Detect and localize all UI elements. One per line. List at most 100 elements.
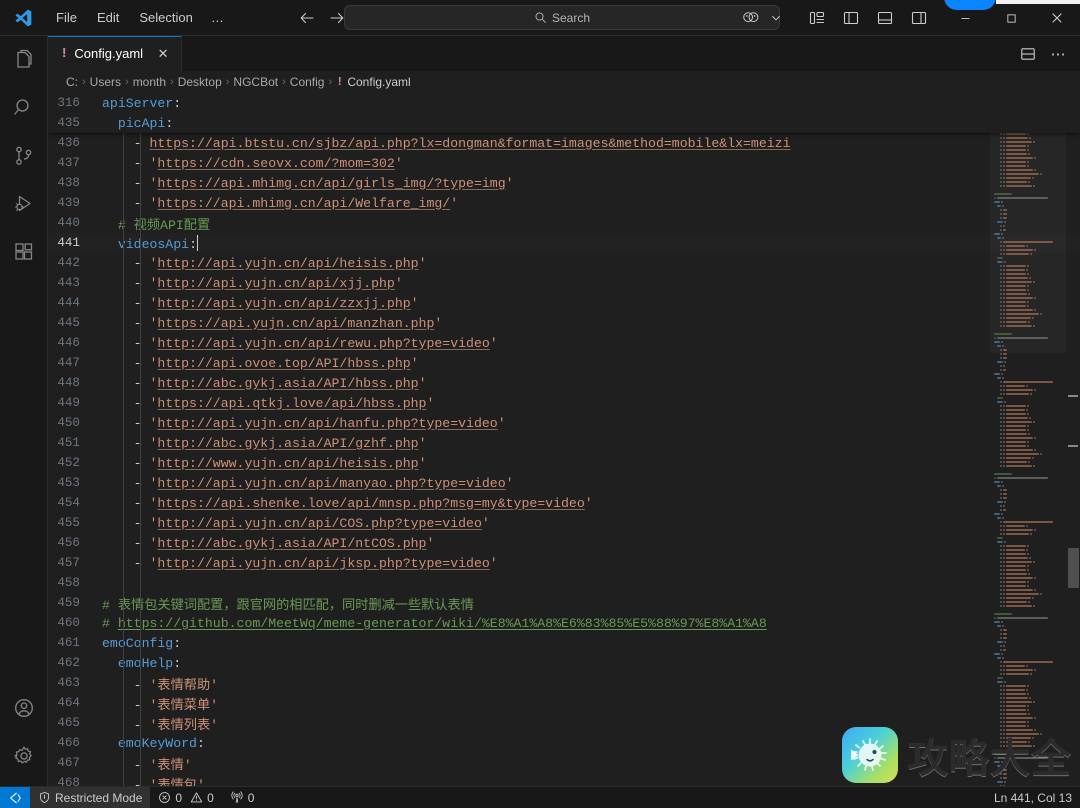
toggle-secondary-sidebar-icon[interactable]: [902, 3, 936, 33]
code-link[interactable]: http://api.yujn.cn/api/COS.php?type=vide…: [157, 516, 481, 531]
code-line[interactable]: 443 - 'http://api.yujn.cn/api/xjj.php': [48, 273, 1080, 293]
code-line[interactable]: 449 - 'https://api.qtkj.love/api/hbss.ph…: [48, 393, 1080, 413]
breadcrumb-item-3[interactable]: Desktop: [178, 75, 222, 89]
code-editor[interactable]: 436 - https://api.btstu.cn/sjbz/api.php?…: [48, 93, 1080, 786]
code-line[interactable]: 462 emoHelp:: [48, 653, 1080, 673]
code-line[interactable]: 461 emoConfig:: [48, 633, 1080, 653]
code-line[interactable]: 459 # 表情包关键词配置，跟官网的相匹配，同时删减一些默认表情: [48, 593, 1080, 613]
minimap-token: [1000, 437, 1002, 439]
code-line[interactable]: 463 - '表情帮助': [48, 673, 1080, 693]
scrollbar-thumb[interactable]: [1068, 548, 1079, 588]
command-center-search[interactable]: Search: [344, 5, 780, 30]
code-line[interactable]: 457 - 'http://api.yujn.cn/api/jksp.php?t…: [48, 553, 1080, 573]
code-line[interactable]: 446 - 'http://api.yujn.cn/api/rewu.php?t…: [48, 333, 1080, 353]
editor-scrollbar[interactable]: [1066, 93, 1080, 786]
sticky-scroll[interactable]: 316 apiServer: 435 picApi:: [48, 93, 1080, 133]
chevron-down-icon[interactable]: [768, 3, 784, 33]
editor-position-button[interactable]: Ln 441, Col 13: [986, 787, 1080, 808]
code-link[interactable]: http://api.yujn.cn/api/rewu.php?type=vid…: [157, 336, 489, 351]
toggle-primary-sidebar-icon[interactable]: [834, 3, 868, 33]
code-line[interactable]: 455 - 'http://api.yujn.cn/api/COS.php?ty…: [48, 513, 1080, 533]
code-link[interactable]: http://api.yujn.cn/api/hanfu.php?type=vi…: [157, 416, 497, 431]
breadcrumb-item-2[interactable]: month: [133, 75, 166, 89]
remote-window-button[interactable]: [0, 786, 30, 808]
code-link[interactable]: http://abc.gykj.asia/API/gzhf.php: [157, 436, 418, 451]
code-link[interactable]: https://api.btstu.cn/sjbz/api.php?lx=don…: [149, 136, 790, 151]
sidebar-item-source-control[interactable]: [0, 132, 48, 180]
menu-selection[interactable]: Selection: [130, 6, 201, 30]
minimap-token: [1006, 293, 1028, 295]
code-link[interactable]: https://github.com/MeetWq/meme-generator…: [118, 616, 767, 631]
maximize-button[interactable]: [988, 0, 1034, 36]
toggle-panel-icon[interactable]: [868, 3, 902, 33]
sidebar-item-search[interactable]: [0, 84, 48, 132]
remote-explorer-icon[interactable]: [734, 3, 768, 33]
code-link[interactable]: https://cdn.seovx.com/?mom=302: [157, 156, 394, 171]
code-line[interactable]: 460 # https://github.com/MeetWq/meme-gene…: [48, 613, 1080, 633]
code-line[interactable]: 444 - 'http://api.yujn.cn/api/zzxjj.php': [48, 293, 1080, 313]
menu-edit[interactable]: Edit: [88, 6, 128, 30]
accounts-button[interactable]: [0, 684, 48, 732]
code-line[interactable]: 450 - 'http://api.yujn.cn/api/hanfu.php?…: [48, 413, 1080, 433]
code-line[interactable]: 437 - 'https://cdn.seovx.com/?mom=302': [48, 153, 1080, 173]
code-link[interactable]: http://api.yujn.cn/api/manyao.php?type=v…: [157, 476, 505, 491]
code-line[interactable]: 456 - 'http://abc.gykj.asia/API/ntCOS.ph…: [48, 533, 1080, 553]
code-line[interactable]: 458: [48, 573, 1080, 593]
breadcrumb-item-5[interactable]: Config: [290, 75, 325, 89]
code-line[interactable]: 451 - 'http://abc.gykj.asia/API/gzhf.php…: [48, 433, 1080, 453]
code-line[interactable]: 435 picApi:: [48, 113, 1080, 133]
code-link[interactable]: http://api.yujn.cn/api/xjj.php: [157, 276, 394, 291]
minimap-line: [990, 617, 1066, 620]
code-line[interactable]: 441 videosApi:: [48, 233, 1080, 253]
code-line[interactable]: 445 - 'https://api.yujn.cn/api/manzhan.p…: [48, 313, 1080, 333]
code-line[interactable]: 439 - 'https://api.mhimg.cn/api/Welfare_…: [48, 193, 1080, 213]
code-line[interactable]: 448 - 'http://abc.gykj.asia/API/hbss.php…: [48, 373, 1080, 393]
code-line[interactable]: 436 - https://api.btstu.cn/sjbz/api.php?…: [48, 133, 1080, 153]
code-line[interactable]: 442 - 'http://api.yujn.cn/api/heisis.php…: [48, 253, 1080, 273]
code-line[interactable]: 464 - '表情菜单': [48, 693, 1080, 713]
code-line[interactable]: 438 - 'https://api.mhimg.cn/api/girls_im…: [48, 173, 1080, 193]
problems-button[interactable]: 0 0: [150, 787, 221, 808]
code-link[interactable]: http://api.yujn.cn/api/jksp.php?type=vid…: [157, 556, 489, 571]
code-line[interactable]: 454 - 'https://api.shenke.love/api/mnsp.…: [48, 493, 1080, 513]
code-link[interactable]: http://api.ovoe.top/API/hbss.php: [157, 356, 410, 371]
code-link[interactable]: http://abc.gykj.asia/API/ntCOS.php: [157, 536, 426, 551]
code-link[interactable]: https://api.mhimg.cn/api/girls_img/?type…: [157, 176, 505, 191]
ports-button[interactable]: 0: [222, 787, 263, 808]
code-link[interactable]: http://api.yujn.cn/api/zzxjj.php: [157, 296, 410, 311]
breadcrumb-item-4[interactable]: NGCBot: [233, 75, 278, 89]
code-line[interactable]: 440 # 视频API配置: [48, 213, 1080, 233]
minimap-token: [1006, 717, 1033, 719]
sidebar-item-run-debug[interactable]: [0, 180, 48, 228]
menu-overflow-button[interactable]: …: [203, 7, 233, 28]
breadcrumb-item-0[interactable]: C:: [66, 75, 78, 89]
customize-layout-icon[interactable]: [800, 3, 834, 33]
code-link[interactable]: https://api.yujn.cn/api/manzhan.php: [157, 316, 434, 331]
close-button[interactable]: [1034, 0, 1080, 36]
menu-file[interactable]: File: [47, 6, 86, 30]
settings-button[interactable]: [0, 732, 48, 780]
sidebar-item-extensions[interactable]: [0, 228, 48, 276]
code-line[interactable]: 447 - 'http://api.ovoe.top/API/hbss.php': [48, 353, 1080, 373]
close-icon[interactable]: ✕: [155, 46, 171, 62]
code-line[interactable]: 453 - 'http://api.yujn.cn/api/manyao.php…: [48, 473, 1080, 493]
code-line[interactable]: 452 - 'http://www.yujn.cn/api/heisis.php…: [48, 453, 1080, 473]
code-line[interactable]: 316 apiServer:: [48, 93, 1080, 113]
breadcrumb-item-file[interactable]: Config.yaml: [347, 75, 410, 89]
arrow-left-icon[interactable]: [295, 6, 319, 30]
sidebar-item-explorer[interactable]: [0, 36, 48, 84]
code-link[interactable]: http://abc.gykj.asia/API/hbss.php: [157, 376, 418, 391]
more-actions-button[interactable]: ⋯: [1044, 40, 1072, 68]
code-link[interactable]: https://api.mhimg.cn/api/Welfare_img/: [157, 196, 450, 211]
breadcrumb-item-1[interactable]: Users: [90, 75, 121, 89]
code-link[interactable]: http://www.yujn.cn/api/heisis.php: [157, 456, 418, 471]
split-editor-down-button[interactable]: [1014, 40, 1042, 68]
minimap[interactable]: [990, 93, 1066, 786]
code-link[interactable]: https://api.qtkj.love/api/hbss.php: [157, 396, 426, 411]
minimap-token: [1006, 385, 1025, 387]
tab-config-yaml[interactable]: ! Config.yaml ✕: [48, 36, 183, 71]
code-link[interactable]: http://api.yujn.cn/api/heisis.php: [157, 256, 418, 271]
minimap-token: [1003, 645, 1006, 647]
restricted-mode-button[interactable]: Restricted Mode: [30, 786, 151, 808]
code-link[interactable]: https://api.shenke.love/api/mnsp.php?msg…: [157, 496, 584, 511]
